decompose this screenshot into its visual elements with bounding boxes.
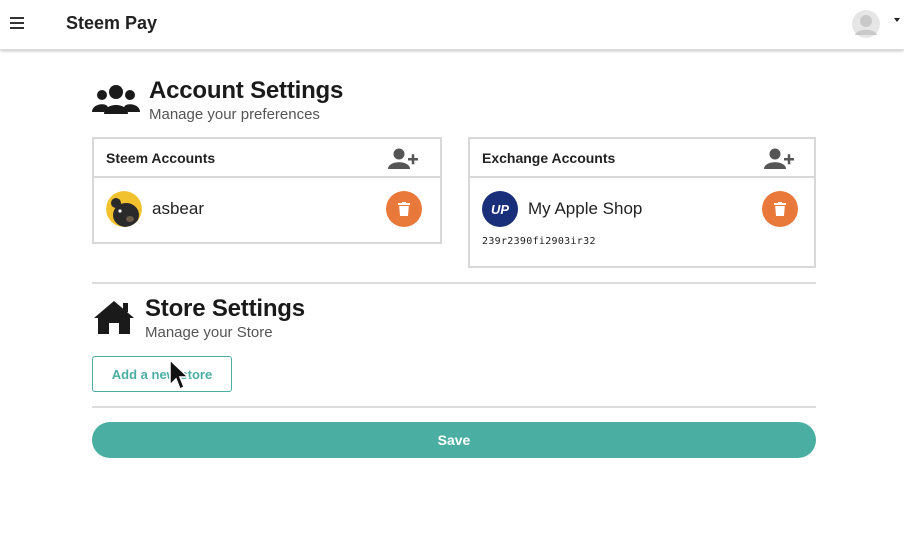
upbit-logo-icon: UP bbox=[482, 191, 518, 227]
caret-down-icon bbox=[894, 18, 900, 22]
add-store-button[interactable]: Add a new store bbox=[92, 356, 232, 392]
home-icon bbox=[94, 301, 134, 334]
add-user-icon[interactable] bbox=[388, 148, 418, 170]
section-divider bbox=[92, 406, 816, 408]
hamburger-icon[interactable] bbox=[10, 17, 24, 31]
user-avatar-icon bbox=[852, 10, 880, 38]
exchange-account-name: My Apple Shop bbox=[528, 199, 643, 218]
user-menu[interactable] bbox=[852, 10, 900, 40]
bear-avatar-icon bbox=[106, 191, 142, 227]
steem-accounts-header: Steem Accounts bbox=[94, 139, 440, 178]
store-settings-title: Store Settings bbox=[145, 295, 305, 322]
trash-icon bbox=[398, 202, 410, 216]
exchange-accounts-card: Exchange Accounts UP My Apple Shop 239r2… bbox=[468, 137, 816, 268]
account-settings-heading: Account Settings Manage your preferences bbox=[149, 77, 343, 123]
delete-exchange-account-button[interactable] bbox=[762, 191, 798, 227]
steem-account-row[interactable]: asbear bbox=[94, 178, 440, 242]
delete-steem-account-button[interactable] bbox=[386, 191, 422, 227]
top-navbar: Steem Pay bbox=[0, 0, 904, 50]
save-button[interactable]: Save bbox=[92, 422, 816, 458]
account-settings-subtitle: Manage your preferences bbox=[149, 106, 320, 123]
add-user-icon[interactable] bbox=[764, 148, 794, 170]
exchange-account-row[interactable]: UP My Apple Shop bbox=[470, 178, 814, 242]
app-title[interactable]: Steem Pay bbox=[66, 13, 157, 34]
account-settings-title: Account Settings bbox=[149, 77, 344, 104]
users-group-icon bbox=[92, 85, 140, 114]
trash-icon bbox=[774, 202, 786, 216]
store-settings-subtitle: Manage your Store bbox=[145, 324, 273, 341]
exchange-accounts-header: Exchange Accounts bbox=[470, 139, 814, 178]
section-divider bbox=[92, 282, 816, 284]
exchange-accounts-title: Exchange Accounts bbox=[482, 150, 616, 166]
steem-accounts-card: Steem Accounts asbear bbox=[92, 137, 442, 244]
steem-account-name: asbear bbox=[152, 199, 204, 218]
store-settings-heading: Store Settings Manage your Store bbox=[145, 295, 305, 341]
steem-accounts-title: Steem Accounts bbox=[106, 150, 216, 166]
exchange-account-id: 239r2390fi2903ir32 bbox=[482, 236, 596, 247]
